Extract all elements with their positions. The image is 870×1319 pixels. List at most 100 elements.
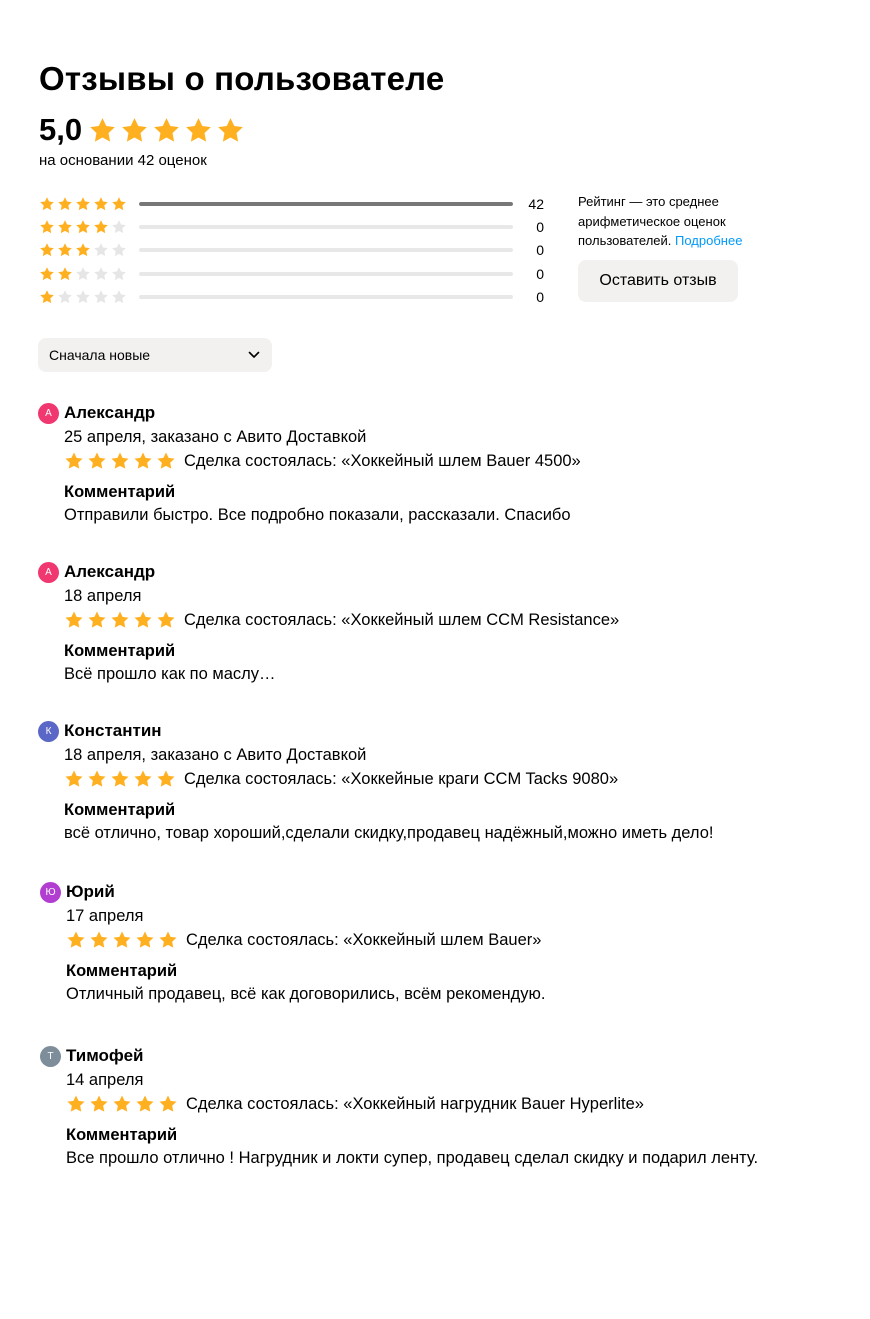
rating-distribution: 42 0 0 0 0 [39, 192, 554, 308]
star-filled-icon [76, 196, 90, 210]
reviewer-name[interactable]: Александр [64, 562, 155, 582]
star-filled-icon [136, 931, 154, 948]
comment-label: Комментарий [64, 642, 176, 660]
deal-text: Сделка состоялась: «Хоккейные краги CCM … [184, 769, 619, 788]
star-filled-icon [88, 452, 106, 469]
star-filled-icon [159, 1095, 177, 1112]
comment-label: Комментарий [64, 801, 176, 819]
star-filled-icon [67, 931, 85, 948]
review-date: 18 апреля [64, 587, 142, 605]
distribution-row: 0 [39, 239, 554, 262]
avatar[interactable]: А [38, 402, 59, 424]
star-filled-icon [122, 117, 147, 142]
star-filled-icon [90, 117, 115, 142]
star-filled-icon [111, 770, 129, 787]
distribution-bar [139, 248, 513, 253]
star-filled-icon [90, 1095, 108, 1112]
star-filled-icon [40, 220, 54, 234]
star-empty-icon [112, 243, 126, 257]
star-filled-icon [88, 611, 106, 628]
star-filled-icon [58, 196, 72, 210]
star-filled-icon [136, 1095, 154, 1112]
reviewer-name[interactable]: Юрий [66, 882, 115, 902]
avatar[interactable]: Т [40, 1045, 61, 1067]
distribution-bar [139, 294, 513, 299]
distribution-row: 0 [39, 285, 554, 308]
star-filled-icon [58, 220, 72, 234]
avatar[interactable]: А [38, 561, 59, 583]
star-filled-icon [111, 611, 129, 628]
deal-text: Сделка состоялась: «Хоккейный нагрудник … [186, 1094, 644, 1113]
more-link[interactable]: Подробнее [675, 233, 742, 248]
review-header: А Александр [38, 402, 838, 424]
review-item: Ю Юрий 17 апреля Сделка состоялась: «Хоккей… [40, 881, 840, 1006]
deal-text: Сделка состоялась: «Хоккейный шлем Bauer… [184, 451, 581, 470]
comment-label: Комментарий [66, 962, 178, 980]
star-filled-icon [157, 452, 175, 469]
star-filled-icon [134, 611, 152, 628]
sort-selected-label: Сначала новые [49, 347, 151, 363]
avatar[interactable]: Ю [40, 881, 61, 903]
comment-text: Отправили быстро. Все подробно показали,… [64, 506, 571, 524]
avatar[interactable]: К [38, 720, 59, 742]
distribution-row: 42 [39, 192, 554, 215]
review-deal: Сделка состоялась: «Хоккейные краги CCM … [64, 767, 838, 791]
comment-text: Все прошло отлично ! Нагрудник и локти с… [66, 1149, 759, 1167]
deal-text: Сделка состоялась: «Хоккейный шлем CCM R… [184, 610, 620, 629]
deal-text: Сделка состоялась: «Хоккейный шлем Bauer… [186, 930, 542, 949]
star-empty-icon [112, 220, 126, 234]
star-filled-icon [113, 931, 131, 948]
comment-label: Комментарий [66, 1126, 178, 1144]
review-item: А Александр 25 апреля, заказано с Авито До… [38, 402, 838, 527]
distribution-stars [39, 196, 133, 212]
review-stars [64, 451, 176, 471]
star-filled-icon [218, 117, 243, 142]
review-header: А Александр [38, 561, 838, 583]
distribution-row: 0 [39, 262, 554, 285]
star-filled-icon [134, 452, 152, 469]
sort-select[interactable]: Сначала новые [38, 338, 272, 372]
reviewer-name[interactable]: Тимофей [66, 1046, 143, 1066]
star-empty-icon [76, 290, 90, 303]
review-date: 17 апреля [66, 907, 144, 925]
star-filled-icon [186, 117, 211, 142]
comment-text: Отличный продавец, всё как договорились,… [66, 985, 546, 1003]
review-deal: Сделка состоялась: «Хоккейный шлем Bauer… [66, 928, 840, 952]
review-stars [66, 1094, 178, 1114]
star-filled-icon [159, 931, 177, 948]
star-empty-icon [94, 266, 108, 280]
review-deal: Сделка состоялась: «Хоккейный шлем CCM R… [64, 608, 838, 632]
review-date: 14 апреля [66, 1071, 144, 1089]
star-empty-icon [76, 266, 90, 280]
reviewer-name[interactable]: Константин [64, 721, 162, 741]
distribution-stars [39, 242, 133, 258]
comment-text: Всё прошло как по маслу… [64, 665, 276, 683]
review-deal: Сделка состоялась: «Хоккейный шлем Bauer… [64, 449, 838, 473]
star-filled-icon [154, 117, 179, 142]
star-filled-icon [112, 196, 126, 210]
star-filled-icon [40, 266, 54, 280]
ratings-count: на основании 42 оценок [39, 152, 207, 169]
leave-review-button[interactable]: Оставить отзыв [578, 260, 738, 302]
star-empty-icon [112, 290, 126, 303]
distribution-count: 0 [536, 288, 544, 305]
star-filled-icon [65, 611, 83, 628]
review-deal: Сделка состоялась: «Хоккейный нагрудник … [66, 1092, 840, 1116]
chevron-down-icon [248, 351, 260, 358]
star-filled-icon [134, 770, 152, 787]
distribution-bar-fill [139, 201, 513, 206]
star-filled-icon [111, 452, 129, 469]
reviews-page: Отзывы о пользователе 5,0 на основании 4… [0, 0, 870, 1319]
distribution-bar [139, 201, 513, 206]
review-body: 18 апреля Сделка состоялась: «Хоккейный ш… [38, 585, 838, 686]
review-stars [64, 769, 176, 789]
reviewer-name[interactable]: Александр [64, 403, 155, 423]
star-filled-icon [90, 931, 108, 948]
review-body: 25 апреля, заказано с Авито Доставкой Сде… [38, 426, 838, 527]
star-filled-icon [58, 266, 72, 280]
star-filled-icon [65, 452, 83, 469]
star-filled-icon [40, 290, 54, 303]
star-filled-icon [76, 243, 90, 257]
review-header: Ю Юрий [40, 881, 840, 903]
star-empty-icon [94, 290, 108, 303]
